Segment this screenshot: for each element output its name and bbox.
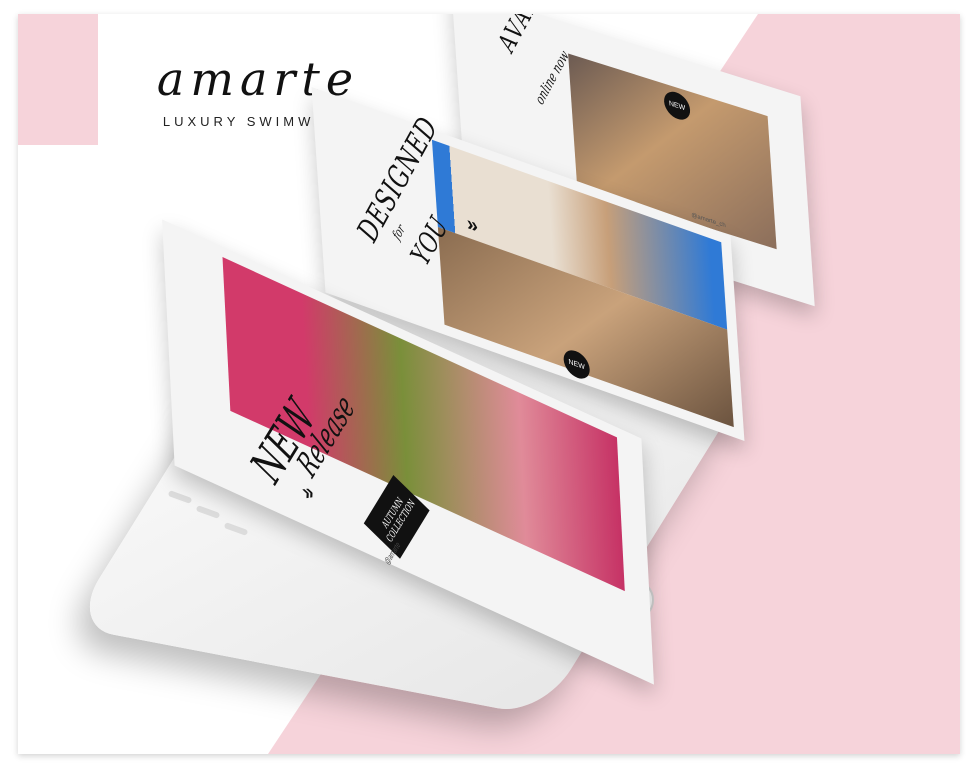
canvas: amarte LUXURY SWIMWEAR AVAILABLE online … (0, 0, 966, 779)
chevron-double-right-icon: » (466, 211, 479, 239)
card-subtitle: online now (532, 46, 572, 108)
brand-name: amarte (156, 52, 360, 106)
mockup-frame: amarte LUXURY SWIMWEAR AVAILABLE online … (18, 14, 960, 754)
